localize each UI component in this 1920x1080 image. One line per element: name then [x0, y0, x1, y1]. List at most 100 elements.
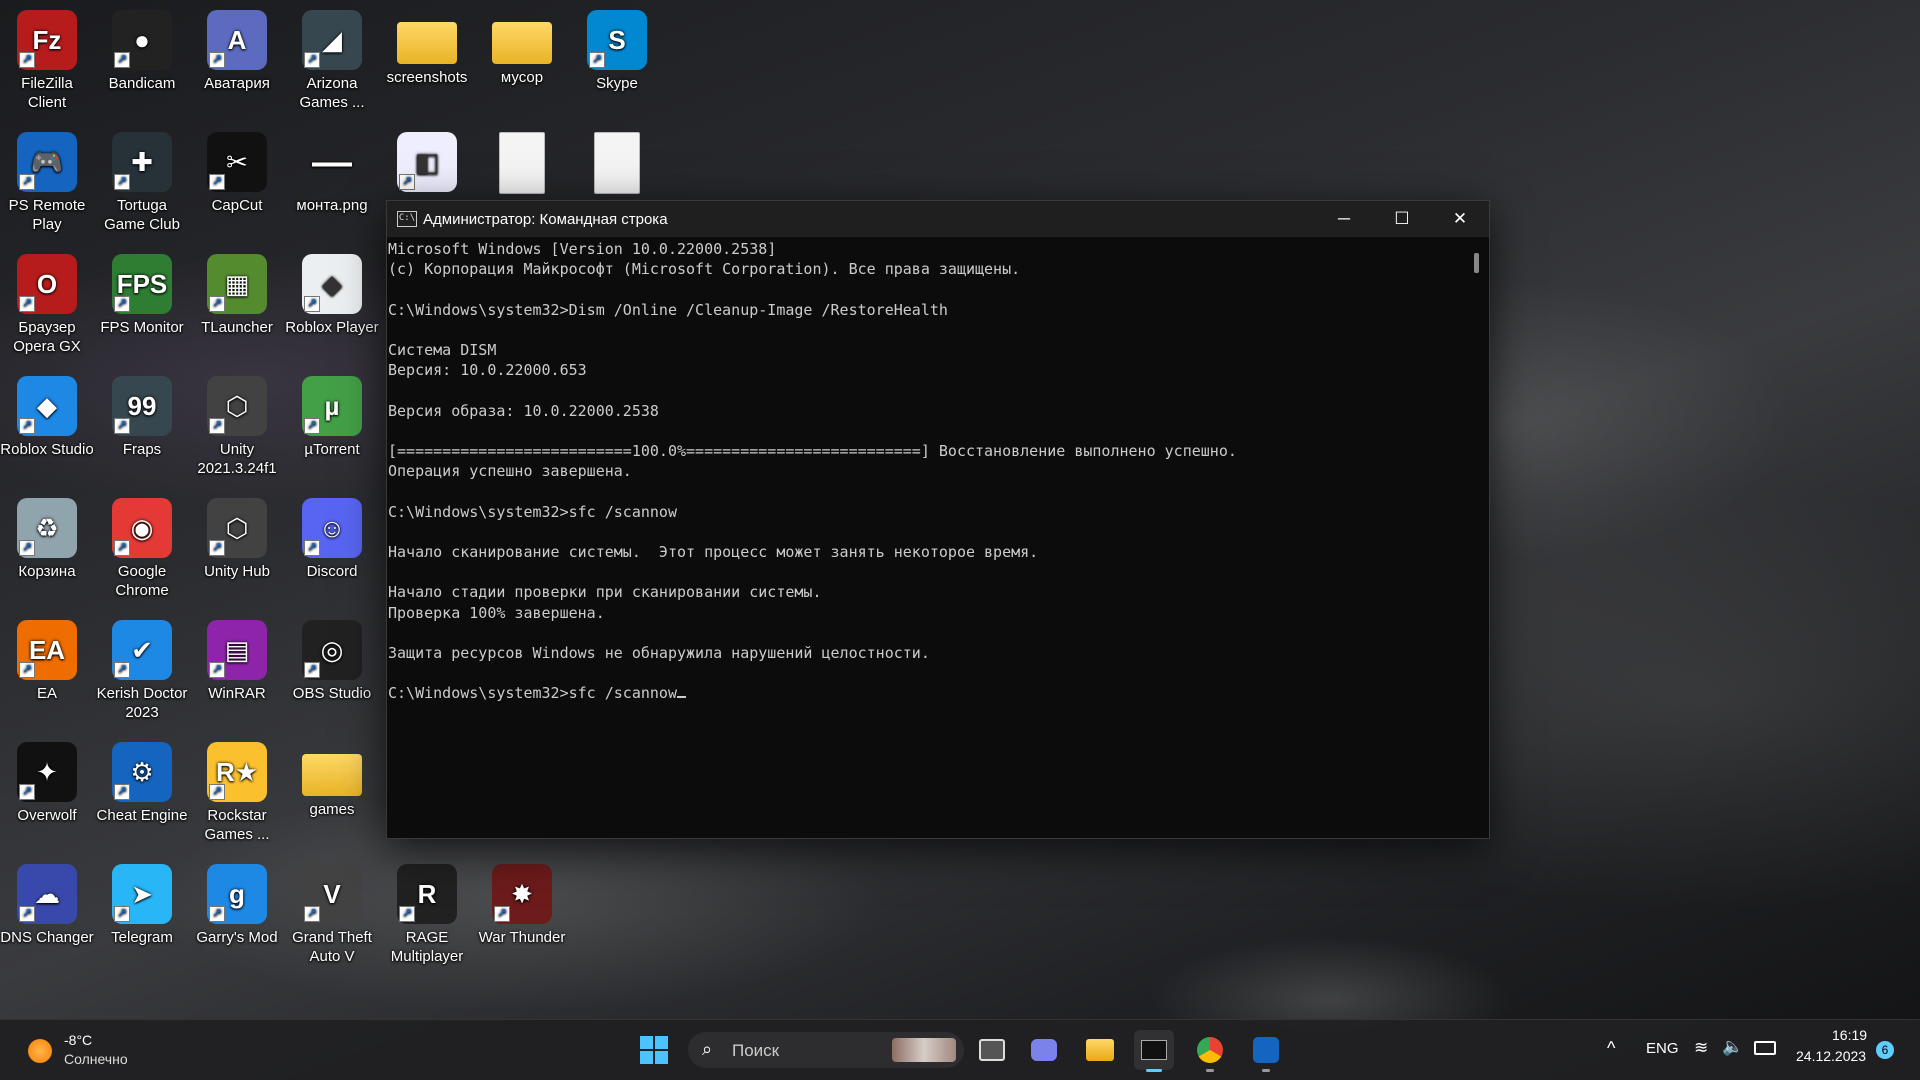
kerish-doctor-2023-icon: ✔ ↗: [112, 620, 172, 680]
desktop-icon[interactable]: screenshots: [380, 4, 474, 87]
desktop-icon[interactable]: ◆ ↗ Roblox Studio: [0, 370, 94, 459]
desktop-icon[interactable]: ✔ ↗ Kerish Doctor 2023: [95, 614, 189, 722]
task-view-button[interactable]: [972, 1030, 1012, 1070]
capcut-icon: ✂ ↗: [207, 132, 267, 192]
command-prompt-taskbar-button[interactable]: [1134, 1030, 1174, 1072]
shortcut-arrow-icon: ↗: [114, 174, 130, 190]
roblox-player-icon: ◆ ↗: [302, 254, 362, 314]
tray-chevron-icon[interactable]: ^: [1607, 1038, 1615, 1059]
desktop-icon[interactable]: ♻ ↗ Корзина: [0, 492, 94, 581]
search-box[interactable]: ⌕ Поиск: [688, 1032, 964, 1068]
grand-theft-auto-v-icon: V ↗: [302, 864, 362, 924]
desktop-icon[interactable]: A ↗ Аватария: [190, 4, 284, 93]
language-indicator[interactable]: ENG: [1646, 1040, 1679, 1057]
shortcut-arrow-icon: ↗: [19, 784, 35, 800]
shortcut-arrow-icon: ↗: [209, 540, 225, 556]
terminal-output[interactable]: Microsoft Windows [Version 10.0.22000.25…: [387, 237, 1489, 704]
terminal-icon: [1141, 1040, 1167, 1060]
desktop-icon[interactable]: ◆ ↗ Roblox Player: [285, 248, 379, 337]
clock-time[interactable]: 16:19: [1832, 1027, 1867, 1043]
file-explorer-button[interactable]: [1080, 1030, 1120, 1070]
scrollbar-thumb[interactable]: [1474, 253, 1479, 273]
desktop-icon-label: Google Chrome: [115, 563, 169, 599]
desktop-icon[interactable]: ☁ ↗ DNS Changer: [0, 858, 94, 947]
shortcut-arrow-icon: ↗: [209, 174, 225, 190]
maximize-button[interactable]: ☐: [1373, 201, 1431, 237]
desktop-icon[interactable]: — монта.png: [285, 126, 379, 215]
desktop-icon[interactable]: ✂ ↗ CapCut: [190, 126, 284, 215]
desktop-icon[interactable]: ◎ ↗ OBS Studio: [285, 614, 379, 703]
desktop-icon[interactable]: 🎮 ↗ PS Remote Play: [0, 126, 94, 234]
desktop-icon-label: EA: [36, 685, 57, 702]
search-placeholder: Поиск: [732, 1041, 780, 1060]
notification-badge[interactable]: 6: [1876, 1041, 1894, 1059]
desktop-icon[interactable]: V ↗ Grand Theft Auto V: [285, 858, 379, 966]
games-icon: [302, 754, 362, 796]
overwolf-icon: ✦ ↗: [17, 742, 77, 802]
terminal-prompt[interactable]: C:\Windows\system32>sfc /scannow: [388, 683, 1489, 703]
desktop-icon[interactable]: EA ↗ EA: [0, 614, 94, 703]
desktop-icon[interactable]: [475, 126, 569, 198]
desktop-icon[interactable]: мусор: [475, 4, 569, 87]
shortcut-arrow-icon: ↗: [589, 52, 605, 68]
desktop-icon[interactable]: ✸ ↗ War Thunder: [475, 858, 569, 947]
app-taskbar-button[interactable]: [1246, 1030, 1286, 1072]
desktop-icon[interactable]: R★ ↗ Rockstar Games ...: [190, 736, 284, 844]
desktop-icon[interactable]: ◉ ↗ Google Chrome: [95, 492, 189, 600]
minimize-button[interactable]: ─: [1315, 201, 1373, 237]
teams-chat-button[interactable]: [1024, 1030, 1064, 1070]
desktop-icon[interactable]: ➤ ↗ Telegram: [95, 858, 189, 947]
desktop-icon[interactable]: [570, 126, 664, 198]
desktop-icon[interactable]: ◢ ↗ Arizona Games ...: [285, 4, 379, 112]
terminal-line: Начало сканирование системы. Этот процес…: [388, 542, 1039, 561]
desktop-icon[interactable]: ▤ ↗ WinRAR: [190, 614, 284, 703]
desktop-icon-label: Overwolf: [17, 807, 77, 824]
desktop-icon[interactable]: ▦ ↗ TLauncher: [190, 248, 284, 337]
desktop-icon[interactable]: ● ↗ Bandicam: [95, 4, 189, 93]
desktop-icon[interactable]: ☺ ↗ Discord: [285, 492, 379, 581]
wifi-icon[interactable]: ≋: [1694, 1038, 1708, 1058]
shortcut-arrow-icon: ↗: [19, 174, 35, 190]
start-button[interactable]: [634, 1030, 674, 1070]
battery-icon[interactable]: [1754, 1041, 1776, 1055]
unity-hub-icon: ⬡ ↗: [207, 498, 267, 558]
desktop-icon[interactable]: O ↗ Браузер Opera GX: [0, 248, 94, 356]
clock-date[interactable]: 24.12.2023: [1796, 1048, 1866, 1064]
desktop-icon[interactable]: ⬡ ↗ Unity 2021.3.24f1: [190, 370, 284, 478]
desktop-icon[interactable]: ⚙ ↗ Cheat Engine: [95, 736, 189, 825]
desktop-icon-label: OBS Studio: [292, 685, 372, 702]
desktop-icon[interactable]: 99 ↗ Fraps: [95, 370, 189, 459]
screenshots-icon: [397, 22, 457, 64]
desktop-icon[interactable]: S ↗ Skype: [570, 4, 664, 93]
roblox-studio-icon: ◆ ↗: [17, 376, 77, 436]
desktop-icon[interactable]: g ↗ Garry's Mod: [190, 858, 284, 947]
volume-icon[interactable]: 🔈: [1722, 1037, 1743, 1057]
terminal-line: C:\Windows\system32>sfc /scannow: [388, 502, 677, 521]
command-prompt-window[interactable]: C:\ Администратор: Командная строка ─ ☐ …: [386, 200, 1490, 839]
window-titlebar[interactable]: C:\ Администратор: Командная строка ─ ☐ …: [387, 201, 1489, 237]
-torrent-icon: µ ↗: [302, 376, 362, 436]
weather-widget[interactable]: -8°C Солнечно: [24, 1030, 164, 1070]
desktop-icon[interactable]: games: [285, 736, 379, 819]
desktop-icon[interactable]: FPS ↗ FPS Monitor: [95, 248, 189, 337]
desktop-icon[interactable]: µ ↗ µTorrent: [285, 370, 379, 459]
desktop-icon-label: Skype: [596, 75, 638, 92]
desktop-icon[interactable]: Fz ↗ FileZilla Client: [0, 4, 94, 112]
shortcut-arrow-icon: ↗: [114, 540, 130, 556]
desktop-icon[interactable]: R ↗ RAGE Multiplayer: [380, 858, 474, 966]
desktop-icon-label: TLauncher: [201, 319, 273, 336]
chrome-taskbar-button[interactable]: [1190, 1030, 1230, 1072]
desktop-icon[interactable]: ◧ ↗: [380, 126, 474, 196]
fps-monitor-icon: FPS ↗: [112, 254, 172, 314]
desktop-icon-label: Unity Hub: [204, 563, 270, 580]
desktop-icon[interactable]: ⬡ ↗ Unity Hub: [190, 492, 284, 581]
terminal-line: Проверка 100% завершена.: [388, 603, 605, 622]
desktop-icon[interactable]: ✦ ↗ Overwolf: [0, 736, 94, 825]
terminal-line: Microsoft Windows [Version 10.0.22000.25…: [388, 240, 777, 258]
close-button[interactable]: ✕: [1431, 201, 1489, 237]
file-icon: [594, 132, 640, 194]
desktop-icon[interactable]: ✚ ↗ Tortuga Game Club: [95, 126, 189, 234]
